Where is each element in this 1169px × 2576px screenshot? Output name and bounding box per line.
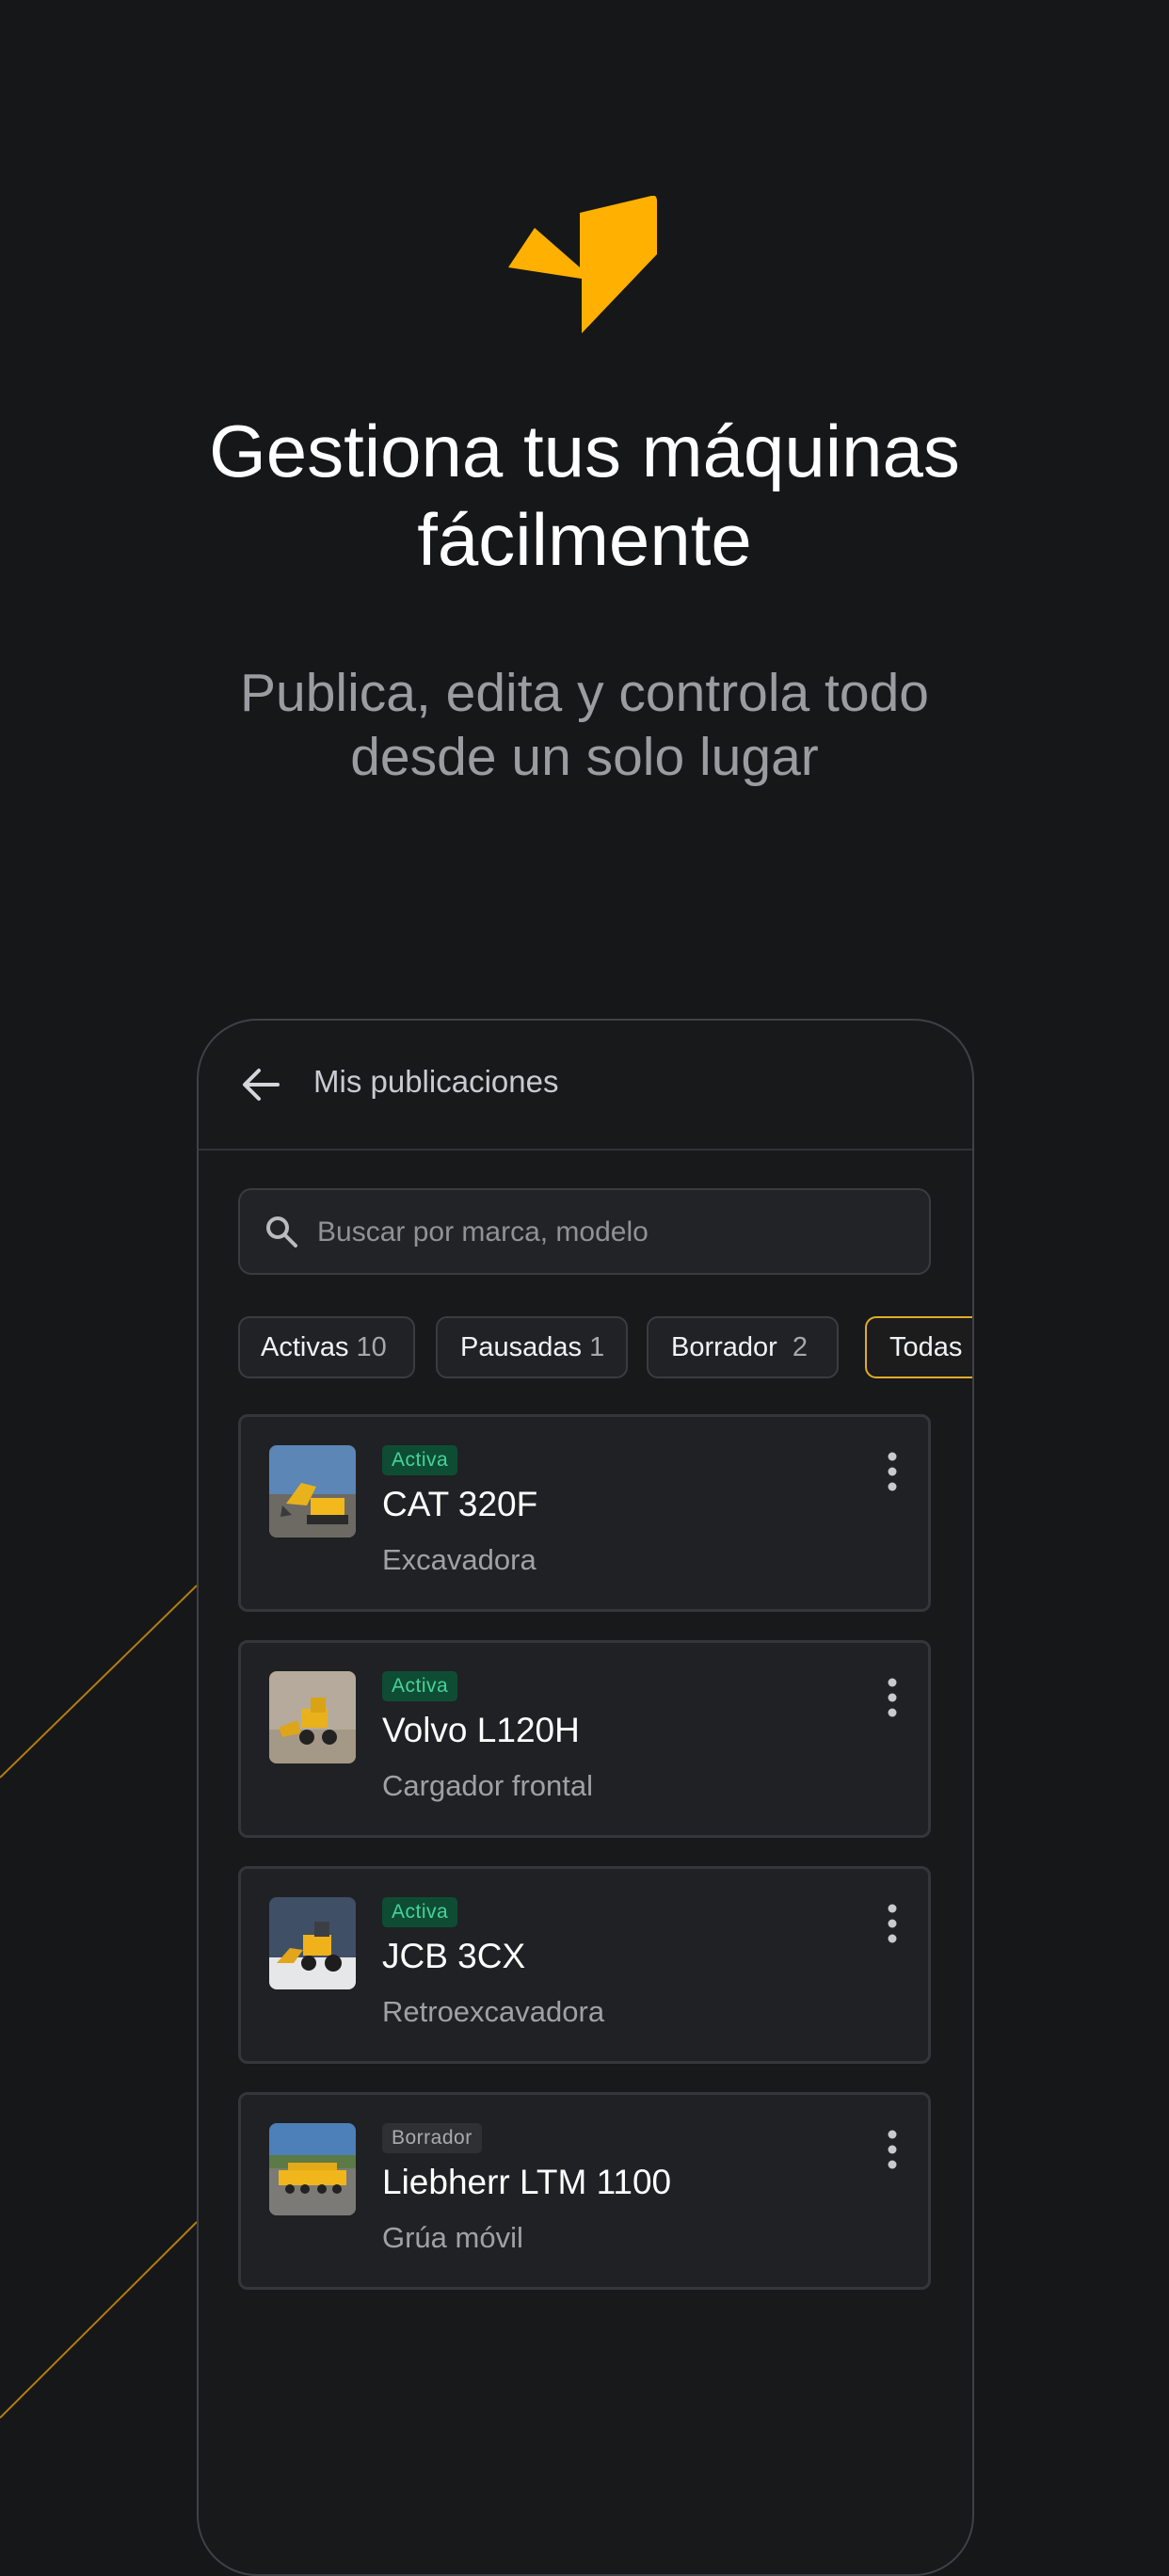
filter-chips: Activas 10 Pausadas 1 Borrador 2 Todas [238,1316,972,1378]
filter-chip-count: 2 [792,1332,809,1362]
filter-chip-activas[interactable]: Activas 10 [238,1316,415,1378]
subheadline-line-1: Publica, edita y controla todo [240,663,929,723]
listing-category: Cargador frontal [382,1769,594,1802]
listing-card-cat-320f[interactable]: Activa CAT 320F Excavadora [238,1414,931,1612]
listing-card-liebherr-ltm-1100[interactable]: Borrador Liebherr LTM 1100 Grúa móvil [238,2092,931,2290]
search-input[interactable] [315,1190,903,1275]
filter-chip-pausadas[interactable]: Pausadas 1 [436,1316,628,1378]
headline-line-1: Gestiona tus máquinas [209,410,960,492]
listing-title: CAT 320F [382,1485,538,1523]
status-badge: Activa [382,1671,458,1701]
filter-chip-label: Borrador [671,1332,777,1362]
backhoe-photo [269,1897,356,1989]
brand-logo-icon [508,196,657,333]
more-vertical-icon[interactable] [881,1903,904,1944]
wheel-loader-photo [269,1671,356,1763]
status-badge: Borrador [382,2123,482,2153]
filter-chip-label: Pausadas [460,1332,582,1362]
search-icon [266,1216,297,1248]
filter-chip-label: Todas [889,1332,963,1362]
excavator-photo [269,1445,356,1538]
mobile-crane-photo [269,2123,356,2215]
search-box[interactable] [238,1188,931,1275]
filter-chip-count: 10 [356,1332,387,1362]
filter-chip-count: 1 [589,1332,605,1362]
more-vertical-icon[interactable] [881,1677,904,1718]
arrow-left-icon[interactable] [240,1066,281,1103]
listing-card-jcb-3cx[interactable]: Activa JCB 3CX Retroexcavadora [238,1866,931,2064]
filter-chip-label: Activas [261,1332,349,1362]
listing-title: JCB 3CX [382,1937,526,1975]
listing-title: Volvo L120H [382,1711,580,1749]
filter-chip-borrador[interactable]: Borrador 2 [647,1316,839,1378]
filter-chip-todas[interactable]: Todas [865,1316,972,1378]
subheadline-line-2: desde un solo lugar [350,727,819,787]
app-bar: Mis publicaciones [199,1021,972,1151]
page-title: Mis publicaciones [313,1064,559,1099]
phone-mockup: Mis publicaciones Activas 10 Pausadas 1 … [197,1019,974,2576]
status-badge: Activa [382,1897,458,1927]
listing-card-volvo-l120h[interactable]: Activa Volvo L120H Cargador frontal [238,1640,931,1838]
headline-line-2: fácilmente [417,498,752,581]
status-badge: Activa [382,1445,458,1475]
more-vertical-icon[interactable] [881,2129,904,2170]
listing-category: Grúa móvil [382,2221,523,2254]
subheadline: Publica, edita y controla todo desde un … [0,661,1169,789]
headline: Gestiona tus máquinas fácilmente [0,407,1169,584]
more-vertical-icon[interactable] [881,1451,904,1492]
listing-title: Liebherr LTM 1100 [382,2163,672,2201]
listing-category: Retroexcavadora [382,1995,605,2028]
listing-category: Excavadora [382,1543,536,1576]
